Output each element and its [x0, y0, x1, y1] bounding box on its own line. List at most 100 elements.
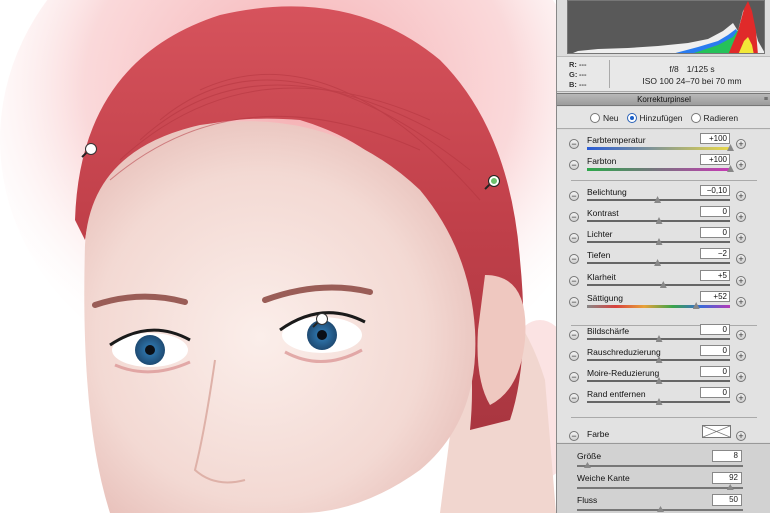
bildschaerfe-minus-button[interactable]: −	[569, 330, 579, 340]
saettigung-label: Sättigung	[587, 293, 623, 303]
klarheit-label: Klarheit	[587, 272, 616, 282]
rauschreduzierung-minus-button[interactable]: −	[569, 351, 579, 361]
weiche_kante-track[interactable]	[577, 487, 743, 489]
slider-row-tiefen: − Tiefen −2 +	[557, 248, 770, 270]
histogram	[567, 0, 765, 54]
kontrast-minus-button[interactable]: −	[569, 212, 579, 222]
slider-row-farbtemperatur: − Farbtemperatur +100 +	[557, 133, 770, 155]
panel-menu-icon[interactable]: ≡	[764, 94, 768, 105]
farbe-label: Farbe	[587, 429, 610, 439]
mode-neu[interactable]: Neu	[589, 112, 619, 123]
weiche_kante-label: Weiche Kante	[577, 473, 630, 483]
panel-title-bar: Korrekturpinsel ≡	[557, 93, 770, 106]
shutter: 1/125 s	[686, 64, 715, 74]
moire-minus-button[interactable]: −	[569, 372, 579, 382]
farbe-plus-button[interactable]: +	[736, 431, 746, 441]
farbtemperatur-label: Farbtemperatur	[587, 135, 646, 145]
saettigung-track[interactable]	[587, 305, 730, 308]
r-label: R:	[569, 60, 577, 69]
klarheit-track[interactable]	[587, 284, 730, 286]
slider-row-rauschreduzierung: − Rauschreduzierung 0 +	[557, 345, 770, 367]
fluss-label: Fluss	[577, 495, 598, 505]
exif: f/8 1/125 s ISO 100 24–70 bei 70 mm	[617, 63, 767, 87]
rand-value-field[interactable]: 0	[700, 387, 730, 398]
weiche_kante-value-field[interactable]: 92	[712, 472, 742, 484]
groesse-label: Größe	[577, 451, 602, 461]
farbe-swatch[interactable]	[702, 425, 731, 438]
belichtung-label: Belichtung	[587, 187, 627, 197]
rauschreduzierung-plus-button[interactable]: +	[736, 351, 746, 361]
moire-value-field[interactable]: 0	[700, 366, 730, 377]
saettigung-plus-button[interactable]: +	[736, 297, 746, 307]
lichter-minus-button[interactable]: −	[569, 233, 579, 243]
slider-row-moire: − Moire-Reduzierung 0 +	[557, 366, 770, 388]
farbe-minus-button[interactable]: −	[569, 431, 579, 441]
brush-settings: Größe 8 Weiche Kante 92 Fluss 50	[557, 443, 770, 513]
adjustment-sliders: − Farbe + − Farbtemperatur +100 + − Farbton +1…	[557, 130, 770, 442]
farbtemperatur-minus-button[interactable]: −	[569, 139, 579, 149]
lens: 24–70 bei 70 mm	[675, 76, 742, 86]
radio-hinzufuegen[interactable]	[626, 112, 637, 123]
farbton-track[interactable]	[587, 168, 730, 171]
photo-canvas[interactable]	[0, 0, 556, 513]
farbton-minus-button[interactable]: −	[569, 160, 579, 170]
slider-row-klarheit: − Klarheit +5 +	[557, 270, 770, 292]
farbtemperatur-track[interactable]	[587, 147, 730, 150]
pin-eye[interactable]	[316, 313, 328, 325]
tiefen-plus-button[interactable]: +	[736, 254, 746, 264]
rgb-readout: R: --- G: --- B: ---	[569, 60, 587, 90]
klarheit-plus-button[interactable]: +	[736, 276, 746, 286]
g-label: G:	[569, 70, 578, 79]
groesse-track[interactable]	[577, 465, 743, 467]
farbtemperatur-value-field[interactable]: +100	[700, 133, 730, 144]
lichter-label: Lichter	[587, 229, 613, 239]
lichter-plus-button[interactable]: +	[736, 233, 746, 243]
rand-plus-button[interactable]: +	[736, 393, 746, 403]
mode-radieren[interactable]: Radieren	[690, 112, 738, 123]
rand-minus-button[interactable]: −	[569, 393, 579, 403]
saettigung-minus-button[interactable]: −	[569, 297, 579, 307]
belichtung-value-field[interactable]: −0,10	[700, 185, 730, 196]
saettigung-value-field[interactable]: +52	[700, 291, 730, 302]
tiefen-minus-button[interactable]: −	[569, 254, 579, 264]
brush-row-weiche_kante: Weiche Kante 92	[557, 468, 770, 490]
moire-label: Moire-Reduzierung	[587, 368, 660, 378]
bildschaerfe-label: Bildschärfe	[587, 326, 630, 336]
belichtung-plus-button[interactable]: +	[736, 191, 746, 201]
rand-label: Rand entfernen	[587, 389, 646, 399]
tiefen-value-field[interactable]: −2	[700, 248, 730, 259]
bildschaerfe-value-field[interactable]: 0	[700, 324, 730, 335]
pin-right-hair[interactable]	[488, 175, 500, 187]
moire-plus-button[interactable]: +	[736, 372, 746, 382]
radio-neu[interactable]	[589, 112, 600, 123]
b-value: ---	[579, 80, 587, 89]
radio-radieren[interactable]	[690, 112, 701, 123]
farbton-plus-button[interactable]: +	[736, 160, 746, 170]
rauschreduzierung-label: Rauschreduzierung	[587, 347, 661, 357]
portrait-image	[0, 0, 556, 513]
pin-left-hairline[interactable]	[85, 143, 97, 155]
slider-row-rand: − Rand entfernen 0 +	[557, 387, 770, 409]
belichtung-minus-button[interactable]: −	[569, 191, 579, 201]
groesse-value-field[interactable]: 8	[712, 450, 742, 462]
lichter-value-field[interactable]: 0	[700, 227, 730, 238]
kontrast-value-field[interactable]: 0	[700, 206, 730, 217]
rauschreduzierung-value-field[interactable]: 0	[700, 345, 730, 356]
mode-hinzufuegen[interactable]: Hinzufügen	[626, 112, 683, 123]
kontrast-plus-button[interactable]: +	[736, 212, 746, 222]
kontrast-label: Kontrast	[587, 208, 619, 218]
fluss-value-field[interactable]: 50	[712, 494, 742, 506]
farbton-value-field[interactable]: +100	[700, 154, 730, 165]
slider-row-kontrast: − Kontrast 0 +	[557, 206, 770, 228]
klarheit-value-field[interactable]: +5	[700, 270, 730, 281]
slider-row-bildschaerfe: − Bildschärfe 0 +	[557, 324, 770, 346]
panel-title: Korrekturpinsel	[637, 95, 691, 104]
bildschaerfe-plus-button[interactable]: +	[736, 330, 746, 340]
klarheit-minus-button[interactable]: −	[569, 276, 579, 286]
camera-info: R: --- G: --- B: --- f/8 1/125 s ISO 100 24–…	[557, 56, 770, 92]
r-value: ---	[579, 60, 587, 69]
brush-row-groesse: Größe 8	[557, 446, 770, 468]
g-value: ---	[579, 70, 587, 79]
slider-row-belichtung: − Belichtung −0,10 +	[557, 185, 770, 207]
farbtemperatur-plus-button[interactable]: +	[736, 139, 746, 149]
